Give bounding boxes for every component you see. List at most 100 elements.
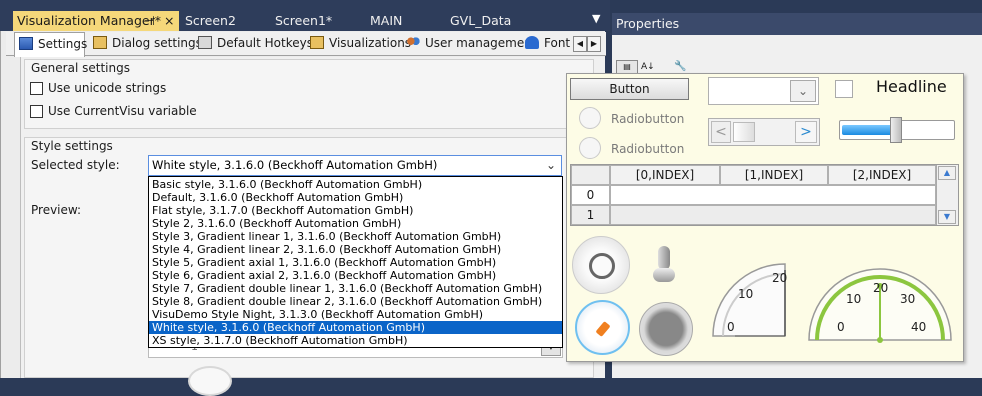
alphabetical-view-icon[interactable]: A↓	[641, 60, 659, 74]
preview-checkbox	[835, 80, 853, 98]
style-option[interactable]: Style 5, Gradient axial 1, 3.1.6.0 (Beck…	[149, 256, 562, 269]
wrench-icon[interactable]: 🔧	[674, 60, 688, 74]
pin-icon[interactable]: ⊣	[144, 11, 155, 31]
style-option[interactable]: Style 4, Gradient linear 2, 3.1.6.0 (Bec…	[149, 243, 562, 256]
gauge1-tick: 20	[772, 271, 788, 285]
tab-label: Visualization Manager*	[17, 13, 161, 28]
style-settings-title: Style settings	[31, 139, 113, 153]
chevron-right-icon: >	[795, 121, 817, 143]
tab-scroll-left-button[interactable]: ◀	[573, 36, 587, 52]
preview-lamp-grey	[639, 302, 693, 356]
preview-rotary-knob	[575, 300, 630, 355]
visualization-icon	[310, 36, 324, 49]
preview-label: Preview:	[31, 203, 82, 217]
general-settings-title: General settings	[31, 61, 130, 75]
table-corner	[571, 165, 610, 185]
style-option[interactable]: VisuDemo Style Night, 3.1.3.0 (Beckhoff …	[149, 308, 562, 321]
tab-user-management[interactable]: User management	[402, 32, 537, 56]
table-row	[610, 205, 936, 225]
unicode-strings-checkbox[interactable]	[30, 82, 43, 95]
gauge2-tick: 40	[911, 320, 927, 334]
style-option[interactable]: White style, 3.1.6.0 (Beckhoff Automatio…	[149, 321, 562, 334]
gauge2-tick: 30	[900, 292, 916, 306]
tab-dialog-settings[interactable]: Dialog settings	[89, 32, 202, 56]
tab-visualization-manager[interactable]: Visualization Manager* ⊣ ×	[13, 11, 179, 31]
gauge2-tick: 10	[846, 292, 862, 306]
style-option[interactable]: Flat style, 3.1.7.0 (Beckhoff Automation…	[149, 204, 562, 217]
style-select-value: White style, 3.1.6.0 (Beckhoff Automatio…	[152, 158, 438, 172]
preview-table: [0,INDEX] [1,INDEX] [2,INDEX] 0 1 ▲ ▼	[570, 164, 959, 226]
style-option[interactable]: XS style, 3.1.7.0 (Beckhoff Automation G…	[149, 334, 562, 347]
knob-pointer	[595, 321, 611, 337]
tab-screen2[interactable]: Screen2	[185, 11, 236, 31]
preview-radio-2-label: Radiobutton	[611, 142, 685, 156]
style-option[interactable]: Style 6, Gradient axial 2, 3.1.6.0 (Beck…	[149, 269, 562, 282]
font-icon	[525, 36, 539, 49]
tab-default-hotkeys[interactable]: Default Hotkeys	[194, 32, 313, 56]
preview-radio-1	[579, 107, 601, 129]
selected-style-label: Selected style:	[31, 158, 120, 172]
toggle-switch-icon	[653, 246, 675, 286]
gauge1-tick: 0	[727, 320, 735, 334]
chevron-up-icon: ▲	[938, 166, 956, 180]
style-option[interactable]: Style 2, 3.1.6.0 (Beckhoff Automation Gm…	[149, 217, 562, 230]
table-row	[610, 185, 936, 205]
slider-thumb	[890, 117, 902, 143]
close-icon[interactable]: ×	[164, 11, 174, 31]
chevron-down-icon: ▼	[938, 210, 956, 224]
properties-title: Properties	[612, 13, 982, 35]
table-scrollbar: ▲ ▼	[936, 165, 958, 225]
style-option[interactable]: Default, 3.1.6.0 (Beckhoff Automation Gm…	[149, 191, 562, 204]
preview-combobox: ⌄	[708, 77, 819, 105]
style-option[interactable]: Style 7, Gradient double linear 1, 3.1.6…	[149, 282, 562, 295]
preview-radio-2	[579, 137, 601, 159]
preview-button: Button	[570, 78, 689, 100]
settings-icon	[19, 37, 33, 50]
chevron-left-icon: <	[711, 121, 731, 143]
currentvisu-label: Use CurrentVisu variable	[48, 104, 197, 118]
table-header: [0,INDEX]	[610, 165, 720, 185]
table-row-header: 0	[571, 185, 610, 205]
style-preview-panel: Button ⌄ Headline Radiobutton Radiobutto…	[566, 73, 964, 362]
tab-label: Settings	[38, 37, 88, 51]
tab-main[interactable]: MAIN	[370, 11, 402, 31]
tab-list-dropdown-icon[interactable]: ▼	[592, 12, 600, 25]
table-row-header: 1	[571, 205, 610, 225]
preview-scrollbar: < >	[708, 118, 820, 146]
scrollbar-thumb	[733, 122, 755, 142]
preview-lamp-off	[572, 236, 630, 294]
preview-semicircle-gauge	[808, 268, 952, 343]
preview-headline: Headline	[876, 77, 947, 96]
style-select[interactable]: White style, 3.1.6.0 (Beckhoff Automatio…	[148, 155, 562, 176]
keyboard-icon	[198, 36, 212, 49]
tab-settings[interactable]: Settings	[14, 32, 88, 57]
preview-radio-1-label: Radiobutton	[611, 112, 685, 126]
background-knob	[188, 366, 232, 396]
categorized-view-icon[interactable]: ▤	[616, 60, 638, 74]
tab-screen1[interactable]: Screen1*	[275, 11, 332, 31]
style-option[interactable]: Style 3, Gradient linear 1, 3.1.6.0 (Bec…	[149, 230, 562, 243]
table-header: [2,INDEX]	[828, 165, 936, 185]
unicode-strings-label: Use unicode strings	[48, 81, 167, 95]
tab-gvl-data[interactable]: GVL_Data	[450, 11, 511, 31]
tab-visualizations[interactable]: Visualizations	[306, 32, 411, 56]
settings-tab-strip: Settings Dialog settings Default Hotkeys…	[6, 32, 606, 57]
dialog-icon	[93, 36, 107, 49]
chevron-down-icon: ⌄	[790, 80, 816, 102]
style-option[interactable]: Style 8, Gradient double linear 2, 3.1.6…	[149, 295, 562, 308]
tab-label: Visualizations	[329, 36, 412, 50]
table-header: [1,INDEX]	[720, 165, 828, 185]
tab-font-settings[interactable]: Font s	[521, 32, 580, 56]
lamp-ring-icon	[589, 253, 615, 279]
tab-scroll-right-button[interactable]: ▶	[587, 36, 601, 52]
style-options-list[interactable]: Basic style, 3.1.6.0 (Beckhoff Automatio…	[148, 176, 563, 348]
currentvisu-checkbox[interactable]	[30, 105, 43, 118]
gauge2-tick: 20	[873, 281, 889, 295]
gauge1-tick: 10	[738, 287, 754, 301]
document-tab-strip: Visualization Manager* ⊣ × Screen2 Scree…	[0, 0, 610, 31]
tab-label: Default Hotkeys	[217, 36, 313, 50]
users-icon	[406, 36, 420, 49]
tab-label: Dialog settings	[112, 36, 202, 50]
style-option[interactable]: Basic style, 3.1.6.0 (Beckhoff Automatio…	[149, 178, 562, 191]
gauge2-tick: 0	[837, 320, 845, 334]
